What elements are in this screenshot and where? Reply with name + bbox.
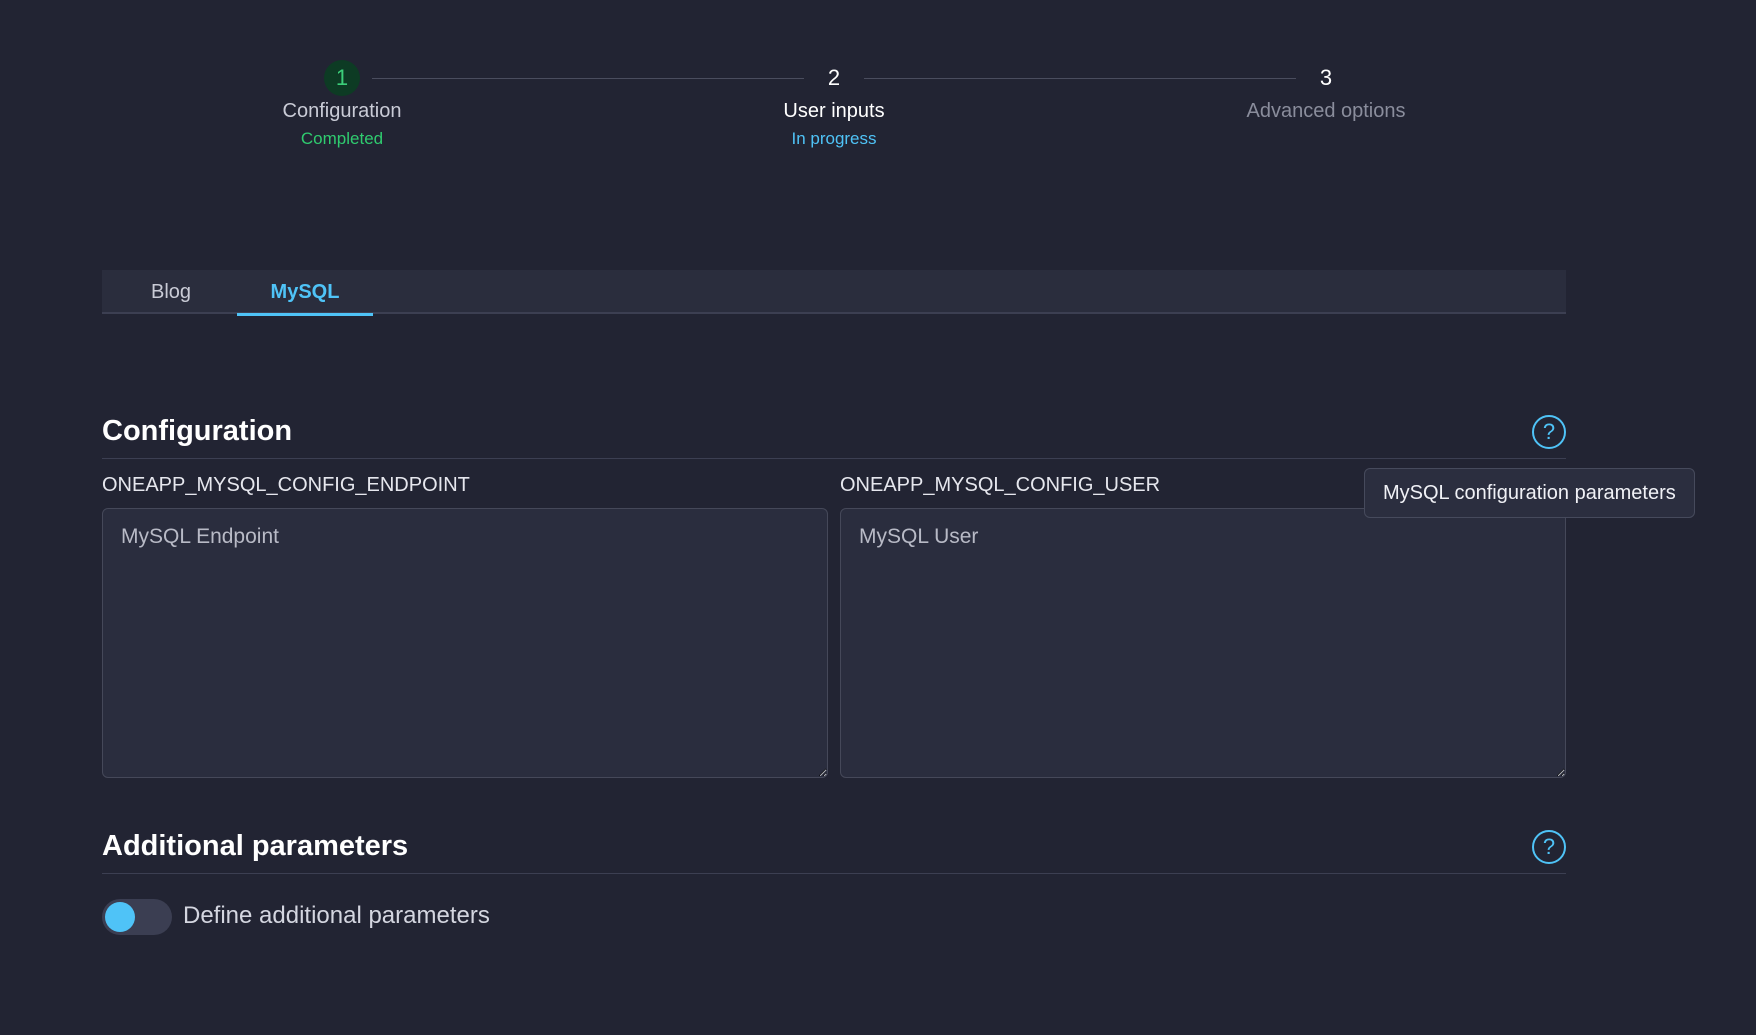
additional-parameters-toggle-label: Define additional parameters — [183, 902, 490, 929]
user-field-label: ONEAPP_MYSQL_CONFIG_USER — [840, 474, 1161, 496]
configuration-help-icon[interactable]: ? — [1532, 415, 1566, 449]
endpoint-field-label: ONEAPP_MYSQL_CONFIG_ENDPOINT — [102, 474, 470, 496]
step-title-2: User inputs — [783, 100, 885, 122]
additional-title: Additional parameters — [102, 830, 409, 862]
step-title-3: Advanced options — [1246, 100, 1406, 122]
toggle-knob — [105, 902, 135, 932]
step-user-inputs[interactable]: 2 User inputs In progress — [704, 60, 964, 149]
tab-blog[interactable]: Blog — [132, 270, 210, 314]
step-number-2: 2 — [827, 65, 841, 90]
configuration-title: Configuration — [102, 415, 293, 447]
additional-section-header: Additional parameters ? — [102, 826, 1566, 874]
step-status-completed: Completed — [300, 129, 384, 148]
user-textarea[interactable] — [840, 508, 1566, 778]
step-number-3: 3 — [1319, 65, 1333, 90]
step-advanced-options[interactable]: 3 Advanced options — [1196, 60, 1456, 123]
tab-mysql[interactable]: MySQL — [237, 270, 373, 316]
configuration-help-tooltip: MySQL configuration parameters — [1364, 468, 1695, 518]
step-status-in-progress: In progress — [791, 129, 877, 148]
additional-help-icon[interactable]: ? — [1532, 830, 1566, 864]
step-number-1: 1 — [324, 60, 360, 96]
step-configuration[interactable]: 1 Configuration Completed — [212, 60, 472, 149]
stepper: 1 Configuration Completed 2 User inputs … — [0, 0, 1756, 180]
configuration-section-header: Configuration ? — [102, 411, 1566, 459]
endpoint-textarea[interactable] — [102, 508, 828, 778]
additional-parameters-toggle[interactable] — [102, 899, 172, 935]
tab-bar: Blog MySQL — [102, 270, 1566, 316]
step-title-1: Configuration — [282, 100, 402, 122]
